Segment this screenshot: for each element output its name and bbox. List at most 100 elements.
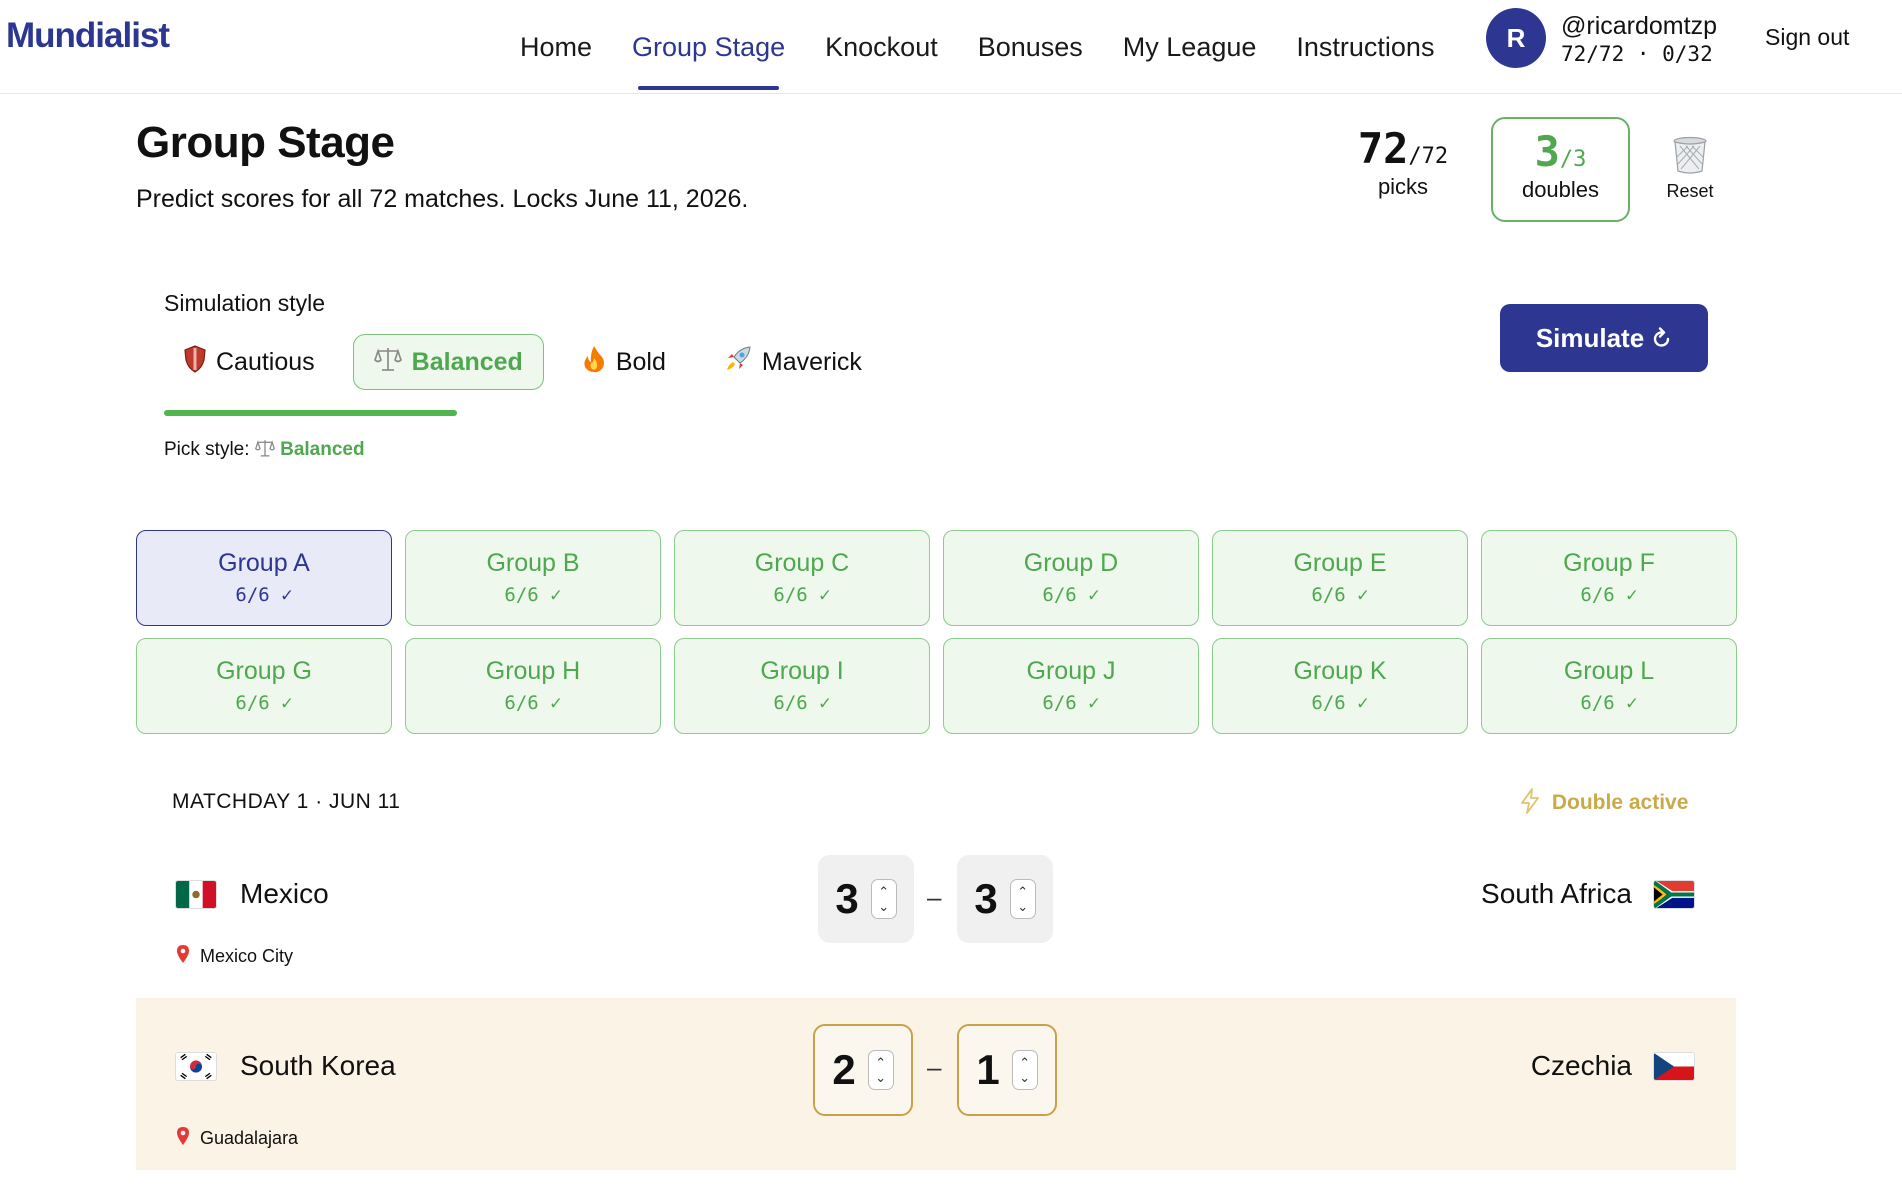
nav-bonuses[interactable]: Bonuses — [958, 0, 1103, 94]
top-navigation-bar: Mundialist Home Group Stage Knockout Bon… — [0, 0, 1902, 94]
away-score-input[interactable]: 1 ⌃ ⌄ — [957, 1024, 1057, 1116]
group-k-button[interactable]: Group K 6/6 ✓ — [1212, 638, 1468, 734]
style-maverick[interactable]: Maverick — [704, 334, 882, 390]
home-score-input[interactable]: 2 ⌃ ⌄ — [813, 1024, 913, 1116]
venue: Mexico City — [176, 944, 293, 969]
score-stepper[interactable]: ⌃ ⌄ — [870, 879, 897, 919]
group-g-button[interactable]: Group G 6/6 ✓ — [136, 638, 392, 734]
group-f-button[interactable]: Group F 6/6 ✓ — [1481, 530, 1737, 626]
group-name: Group A — [218, 549, 310, 577]
app-logo[interactable]: Mundialist — [6, 16, 170, 56]
group-d-button[interactable]: Group D 6/6 ✓ — [943, 530, 1199, 626]
home-team-name: South Korea — [240, 1050, 396, 1081]
shield-icon — [184, 344, 206, 380]
style-bold[interactable]: Bold — [562, 334, 686, 390]
lightning-icon — [1520, 788, 1546, 814]
group-progress: 6/6 ✓ — [1042, 584, 1100, 606]
chevron-down-icon[interactable]: ⌄ — [1019, 1070, 1030, 1085]
group-h-button[interactable]: Group H 6/6 ✓ — [405, 638, 661, 734]
away-team-name: Czechia — [1530, 1050, 1632, 1081]
group-name: Group I — [760, 657, 844, 685]
simulate-button[interactable]: Simulate — [1500, 304, 1708, 372]
group-name: Group C — [754, 549, 850, 577]
picks-value: 72 — [1357, 124, 1409, 173]
picks-counter: 72/72 picks — [1338, 126, 1468, 200]
group-b-button[interactable]: Group B 6/6 ✓ — [405, 530, 661, 626]
venue-name: Guadalajara — [200, 1128, 299, 1148]
group-l-button[interactable]: Group L 6/6 ✓ — [1481, 638, 1737, 734]
reset-button[interactable]: Reset — [1652, 136, 1728, 202]
home-team-name: Mexico — [240, 878, 329, 909]
group-name: Group E — [1293, 549, 1387, 577]
page-subtitle: Predict scores for all 72 matches. Locks… — [136, 185, 749, 213]
south-africa-flag-icon — [1654, 880, 1694, 908]
group-name: Group L — [1563, 657, 1655, 685]
group-name: Group B — [486, 549, 580, 577]
double-active-toggle[interactable]: Double active — [1520, 788, 1688, 815]
home-score-input[interactable]: 3 ⌃ ⌄ — [818, 855, 914, 943]
nav-instructions[interactable]: Instructions — [1276, 0, 1454, 94]
style-selection-indicator — [164, 410, 457, 416]
away-score-value: 3 — [974, 875, 998, 922]
user-handle: @ricardomtzp — [1561, 12, 1717, 40]
sign-out-link[interactable]: Sign out — [1765, 24, 1849, 51]
style-balanced-label: Balanced — [411, 347, 523, 376]
style-bold-label: Bold — [615, 347, 666, 376]
match-row-doubled: South Korea Czechia Guadalajara 2 ⌃ ⌄ – 1… — [136, 998, 1736, 1170]
refresh-icon — [1652, 327, 1672, 349]
chevron-up-icon[interactable]: ⌃ — [878, 884, 889, 899]
group-progress: 6/6 ✓ — [1580, 692, 1638, 714]
doubles-total: /3 — [1559, 147, 1587, 172]
group-i-button[interactable]: Group I 6/6 ✓ — [674, 638, 930, 734]
chevron-up-icon[interactable]: ⌃ — [875, 1055, 886, 1070]
group-progress: 6/6 ✓ — [504, 692, 562, 714]
away-score-input[interactable]: 3 ⌃ ⌄ — [957, 855, 1053, 943]
group-a-button[interactable]: Group A 6/6 ✓ — [136, 530, 392, 626]
nav-home[interactable]: Home — [500, 0, 612, 94]
away-team: Czechia — [1531, 1050, 1694, 1082]
group-j-button[interactable]: Group J 6/6 ✓ — [943, 638, 1199, 734]
doubles-counter[interactable]: 3/3 doubles — [1491, 117, 1630, 222]
doubles-value: 3 — [1534, 127, 1560, 176]
chevron-down-icon[interactable]: ⌄ — [878, 899, 889, 914]
score-stepper[interactable]: ⌃ ⌄ — [1009, 879, 1036, 919]
chevron-up-icon[interactable]: ⌃ — [1019, 1055, 1030, 1070]
double-active-label: Double active — [1551, 791, 1689, 814]
away-team: South Africa — [1481, 878, 1694, 910]
pick-style-summary: Pick style: Balanced — [164, 438, 365, 461]
group-name: Group J — [1026, 657, 1116, 685]
score-stepper[interactable]: ⌃ ⌄ — [1011, 1050, 1038, 1090]
pick-style-value: Balanced — [280, 439, 365, 460]
simulation-style-title: Simulation style — [164, 290, 326, 316]
nav-group-stage[interactable]: Group Stage — [612, 0, 805, 94]
group-name: Group D — [1023, 549, 1119, 577]
chevron-down-icon[interactable]: ⌄ — [1017, 899, 1028, 914]
style-balanced[interactable]: Balanced — [352, 334, 544, 390]
chevron-up-icon[interactable]: ⌃ — [1017, 884, 1028, 899]
group-progress: 6/6 ✓ — [1580, 584, 1638, 606]
away-score-value: 1 — [976, 1046, 1000, 1093]
match-row: Mexico South Africa Mexico City 3 ⌃ ⌄ – 3… — [136, 840, 1736, 998]
group-progress: 6/6 ✓ — [1042, 692, 1100, 714]
scales-icon — [373, 345, 402, 380]
nav-my-league[interactable]: My League — [1103, 0, 1277, 94]
trash-icon — [1673, 136, 1707, 174]
chevron-down-icon[interactable]: ⌄ — [875, 1070, 886, 1085]
home-score-value: 2 — [832, 1046, 856, 1093]
group-name: Group G — [216, 657, 312, 685]
home-score-value: 3 — [835, 875, 859, 922]
group-progress: 6/6 ✓ — [773, 692, 831, 714]
score-stepper[interactable]: ⌃ ⌄ — [867, 1050, 894, 1090]
group-progress: 6/6 ✓ — [504, 584, 562, 606]
czechia-flag-icon — [1654, 1052, 1694, 1080]
south-korea-flag-icon — [176, 1052, 216, 1080]
matchday-heading: MATCHDAY 1 · JUN 11 — [172, 790, 401, 813]
pin-icon — [176, 1126, 190, 1151]
style-cautious[interactable]: Cautious — [164, 334, 335, 390]
group-progress: 6/6 ✓ — [235, 692, 293, 714]
group-e-button[interactable]: Group E 6/6 ✓ — [1212, 530, 1468, 626]
nav-knockout[interactable]: Knockout — [805, 0, 958, 94]
user-avatar[interactable]: R — [1486, 8, 1546, 68]
home-team: Mexico — [176, 878, 329, 910]
group-c-button[interactable]: Group C 6/6 ✓ — [674, 530, 930, 626]
